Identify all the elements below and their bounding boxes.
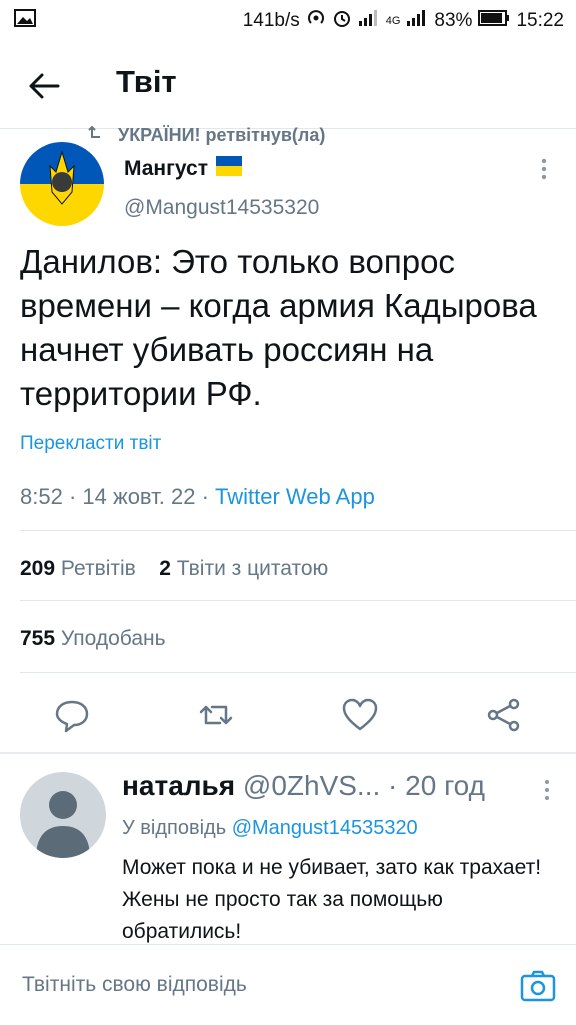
reply-author-name[interactable]: наталья [122,770,235,801]
reply-to-mention[interactable]: @Mangust14535320 [232,817,418,839]
tweet-meta: 8:52 · 14 жовт. 22 · Twitter Web App [20,484,375,509]
like-heart-icon[interactable] [340,695,380,735]
tweet-time: 8:52 [20,484,63,509]
status-bar: 141b/s 4G 83% 15:22 [0,0,576,38]
reply-to-line: У відповідь @Mangust14535320 [122,817,418,840]
page-title: Твіт [116,64,177,99]
actions-divider-top [20,672,576,673]
author-name-text: Мангуст [124,157,208,180]
stats-divider-mid [20,600,576,601]
retweet-icon[interactable] [196,695,236,735]
reply-author-handle[interactable]: @0ZhVS... [243,770,380,801]
tweet-date: 14 жовт. 22 [82,484,196,509]
ukraine-flag-icon [215,156,242,182]
quotes-count: 2 [159,557,171,580]
likes-stat[interactable]: 755 Уподобань [20,627,166,650]
reply-input[interactable]: Твітніть свою відповідь [22,973,247,997]
retweet-small-icon [88,125,108,146]
network-speed: 141b/s [242,10,300,31]
alarm-icon [332,8,352,34]
tweet-text: Данилов: Это только вопрос времени – ког… [20,243,537,412]
retweets-stat[interactable]: 209 Ретвітів [20,557,142,580]
stats-divider-top [20,530,576,531]
battery-icon [478,10,510,32]
stats-row: 209 Ретвітів 2 Твіти з цитатою [20,557,328,581]
author-handle[interactable]: @Mangust14535320 [124,196,319,220]
reply-composer: Твітніть свою відповідь [0,944,576,1025]
hotspot-icon [306,8,326,34]
clock: 15:22 [516,10,564,31]
likes-row: 755 Уподобань [20,627,166,651]
author-avatar[interactable] [20,142,104,226]
reply-header: наталья @0ZhVS... · 20 год [122,770,485,801]
retweets-count: 209 [20,557,56,580]
likes-count: 755 [20,627,56,650]
share-icon[interactable] [484,695,524,735]
tweet-actions [0,695,576,735]
reply-avatar[interactable] [20,772,106,858]
retweet-label: УКРАЇНИ! ретвітнув(ла) [118,125,326,145]
network-type: 4G [385,15,401,27]
author-name[interactable]: Мангуст [124,156,242,182]
retweets-label: Ретвітів [60,557,136,580]
replies-divider [0,752,576,754]
battery-percent: 83% [434,10,473,31]
translate-tweet-link[interactable]: Перекласти твіт [20,433,161,455]
app-header: Твіт [0,38,576,130]
quotes-label: Твіти з цитатою [176,557,329,580]
reply-more-options-icon[interactable] [540,778,554,802]
more-options-icon[interactable] [536,156,552,184]
quotes-stat[interactable]: 2 Твіти з цитатою [159,557,328,580]
signal-icon [358,9,380,33]
likes-label: Уподобань [60,627,166,650]
tweet-source-link[interactable]: Twitter Web App [215,484,375,509]
reply-text: Может пока и не убивает, зато как трахае… [122,856,542,943]
reply-icon[interactable] [52,695,92,735]
retweet-indicator: УКРАЇНИ! ретвітнув(ла) [88,125,325,146]
image-notification-icon [14,9,36,33]
camera-icon[interactable] [520,969,556,1003]
reply-age: 20 год [405,770,485,801]
back-arrow-icon[interactable] [24,66,64,106]
signal-icon-2 [406,9,428,33]
reply-to-label: У відповідь [122,817,227,839]
